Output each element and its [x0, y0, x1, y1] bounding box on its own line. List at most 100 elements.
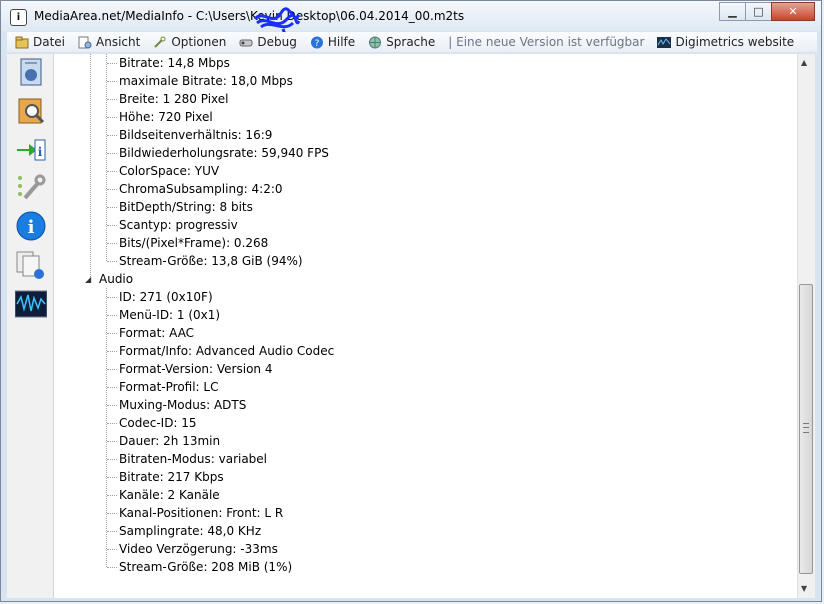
scroll-up-icon[interactable]: ▲	[801, 58, 807, 67]
scroll-down-icon[interactable]: ▼	[801, 584, 807, 593]
tree-connector	[107, 477, 117, 478]
menu-item-1[interactable]: Ansicht	[70, 35, 145, 49]
info-line[interactable]: Format-Version: Version 4	[119, 360, 272, 378]
info-line[interactable]: Bitraten-Modus: variabel	[119, 450, 267, 468]
info-line[interactable]: Stream-Größe: 13,8 GiB (94%)	[119, 252, 303, 270]
media-file-icon[interactable]	[15, 57, 47, 87]
menu-item-5[interactable]: Sprache	[360, 35, 440, 49]
tree-connector	[107, 297, 117, 298]
info-line[interactable]: Höhe: 720 Pixel	[119, 108, 213, 126]
info-line[interactable]: Format/Info: Advanced Audio Codec	[119, 342, 334, 360]
search-file-icon[interactable]	[15, 95, 47, 125]
menu-item-label: | Eine neue Version ist verfügbar	[448, 35, 645, 49]
svg-text:i: i	[28, 217, 35, 238]
debug-icon	[239, 36, 253, 49]
waveform-icon[interactable]	[14, 289, 48, 319]
audio-collapse-icon[interactable]: ◢	[85, 275, 91, 284]
menu-item-label: Ansicht	[96, 35, 141, 49]
info-line[interactable]: Kanal-Positionen: Front: L R	[119, 504, 283, 522]
info-line[interactable]: BitDepth/String: 8 bits	[119, 198, 253, 216]
menu-item-2[interactable]: Optionen	[145, 35, 231, 49]
tree-connector	[107, 261, 117, 262]
tree-connector	[107, 333, 117, 334]
scroll-thumb[interactable]	[799, 284, 813, 574]
tree-connector	[107, 117, 117, 118]
tree-line-video	[106, 54, 107, 261]
menu-bar: Datei Ansicht Optionen Debug? Hilfe Sprache | …	[7, 32, 817, 52]
menu-item-label: Hilfe	[327, 35, 356, 49]
menu-item-label: Debug	[257, 35, 297, 49]
menu-item-7[interactable]: Digimetrics website	[649, 35, 799, 49]
tree-connector	[107, 207, 117, 208]
info-line[interactable]: Codec-ID: 15	[119, 414, 197, 432]
menu-item-label: Optionen	[171, 35, 227, 49]
tree-connector	[107, 315, 117, 316]
menu-item-4[interactable]: ? Hilfe	[302, 35, 360, 49]
info-line[interactable]: Bitrate: 14,8 Mbps	[119, 54, 230, 72]
language-icon	[368, 36, 382, 49]
info-line[interactable]: maximale Bitrate: 18,0 Mbps	[119, 72, 293, 90]
tree-connector	[107, 513, 117, 514]
tree-connector	[107, 459, 117, 460]
svg-text:?: ?	[314, 39, 319, 49]
info-tree-view[interactable]: ◢ Audio Bitrate: 14,8 Mbps maximale Bitra…	[54, 54, 797, 598]
digimetrics-icon	[657, 36, 672, 49]
menu-item-label: Digimetrics website	[675, 35, 795, 49]
folder-icon	[15, 36, 29, 49]
info-line[interactable]: Bildseitenverhältnis: 16:9	[119, 126, 272, 144]
tree-connector	[107, 423, 117, 424]
menu-item-6[interactable]: | Eine neue Version ist verfügbar	[440, 35, 649, 49]
tree-connector	[107, 225, 117, 226]
menu-item-label: Datei	[33, 35, 66, 49]
window-title: MediaArea.net/MediaInfo - C:\Users\Kevin…	[34, 9, 465, 23]
info-line[interactable]: Format: AAC	[119, 324, 194, 342]
audio-section-header[interactable]: Audio	[99, 270, 133, 288]
tree-connector	[107, 99, 117, 100]
sheet-icon[interactable]	[15, 250, 47, 280]
tree-connector	[107, 495, 117, 496]
tree-connector	[107, 153, 117, 154]
preferences-icon[interactable]	[15, 172, 47, 202]
info-line[interactable]: Video Verzögerung: -33ms	[119, 540, 278, 558]
options-icon	[153, 36, 167, 49]
info-line[interactable]: ID: 271 (0x10F)	[119, 288, 213, 306]
tree-connector	[107, 189, 117, 190]
help-icon: ?	[310, 36, 324, 49]
info-line[interactable]: Dauer: 2h 13min	[119, 432, 220, 450]
tree-connector	[107, 351, 117, 352]
info-line[interactable]: Bitrate: 217 Kbps	[119, 468, 224, 486]
info-line[interactable]: Stream-Größe: 208 MiB (1%)	[119, 558, 292, 576]
menu-item-label: Sprache	[386, 35, 436, 49]
info-line[interactable]: Samplingrate: 48,0 KHz	[119, 522, 261, 540]
about-icon[interactable]: i	[15, 211, 47, 241]
info-line[interactable]: ColorSpace: YUV	[119, 162, 219, 180]
info-line[interactable]: Menü-ID: 1 (0x1)	[119, 306, 220, 324]
tree-connector	[107, 405, 117, 406]
view-icon	[78, 36, 92, 49]
info-line[interactable]: Scantyp: progressiv	[119, 216, 238, 234]
info-line[interactable]: Muxing-Modus: ADTS	[119, 396, 246, 414]
info-line[interactable]: Bildwiederholungsrate: 59,940 FPS	[119, 144, 329, 162]
tree-connector	[107, 81, 117, 82]
info-line[interactable]: Bits/(Pixel*Frame): 0.268	[119, 234, 268, 252]
tree-connector	[107, 243, 117, 244]
svg-text:i: i	[38, 145, 43, 159]
info-line[interactable]: Breite: 1 280 Pixel	[119, 90, 229, 108]
info-line[interactable]: Format-Profil: LC	[119, 378, 218, 396]
tree-line-root	[90, 54, 91, 279]
sidebar: ii	[7, 54, 54, 598]
tree-connector	[107, 369, 117, 370]
maximize-button[interactable]: □	[745, 2, 772, 21]
tree-connector	[107, 531, 117, 532]
export-icon[interactable]: i	[15, 134, 47, 164]
info-line[interactable]: Kanäle: 2 Kanäle	[119, 486, 220, 504]
mediainfo-window: i MediaArea.net/MediaInfo - C:\Users\Kev…	[0, 0, 822, 602]
close-button[interactable]: ✕	[771, 2, 815, 21]
vertical-scrollbar[interactable]: ▲ ▼	[797, 54, 815, 598]
menu-item-3[interactable]: Debug	[231, 35, 301, 49]
info-line[interactable]: ChromaSubsampling: 4:2:0	[119, 180, 283, 198]
menu-item-0[interactable]: Datei	[7, 35, 70, 49]
title-bar[interactable]: i MediaArea.net/MediaInfo - C:\Users\Kev…	[1, 1, 821, 41]
minimize-button[interactable]: ▁	[719, 2, 746, 21]
mediainfo-app-icon[interactable]: i	[10, 9, 27, 26]
